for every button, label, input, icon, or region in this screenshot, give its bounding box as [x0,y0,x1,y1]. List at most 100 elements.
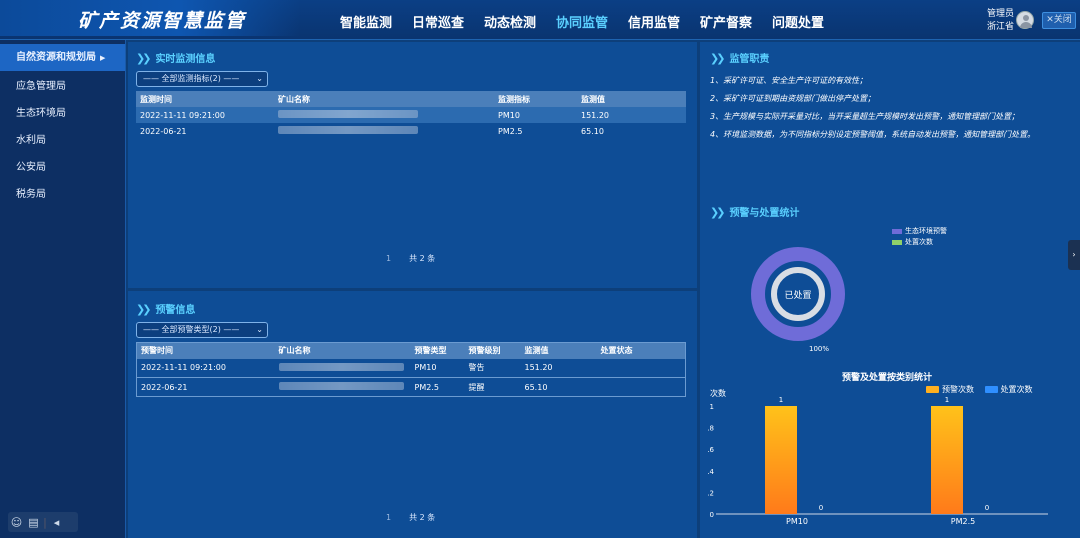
cell-time: 2022-06-21 [140,126,187,136]
cell-mine-name [275,359,411,378]
x-tick-label: PM2.5 [951,517,975,526]
cell-indicator: PM10 [494,107,577,123]
realtime-panel: ❯❯ 实时监测信息 —— 全部监测指标(2) —— ⌄ 监测时间 矿山名称 监测指标… [128,42,697,288]
y-tick-label: .8 [707,425,714,433]
total-count: 共 2 条 [409,513,436,522]
cell-indicator: PM2.5 [498,126,523,136]
cell-type: PM2.5 [414,382,439,392]
y-tick-label: 1 [710,403,714,411]
chevron-down-icon: ⌄ [256,325,263,334]
double-chevron-icon: ❯❯ [136,52,152,65]
sidebar-item-natural-resources[interactable]: 自然资源和规划局 [0,44,125,71]
page-number[interactable]: 1 [386,254,391,263]
sidebar: 自然资源和规划局 应急管理局 生态环境局 水利局 公安局 税务局 ☺ ▤ | ◂ [0,40,126,538]
top-header: 矿产资源智慧监管 智能监测 日常巡查 动态检测 协同监管 信用监管 矿产督察 问… [0,0,1080,40]
sidebar-item-police[interactable]: 公安局 [0,154,125,181]
col-header: 监测值 [520,342,597,359]
cell-value: 65.10 [581,126,604,136]
smiley-icon[interactable]: ☺ [8,514,25,531]
col-header: 处置状态 [596,342,686,359]
y-axis-label: 次数 [710,388,726,398]
cell-time: 2022-11-11 09:21:00 [136,107,274,123]
bar-warning-count [931,406,963,514]
warning-panel: ❯❯ 预警信息 —— 全部预警类型(2) —— ⌄ 预警时间 矿山名称 预警类型 预… [128,291,697,538]
legend-item[interactable]: 生态环境预警 [892,226,947,236]
right-panel: ❯❯ 监管职责 1、采矿许可证、安全生产许可证的有效性； 2、采矿许可证到期由资规… [700,42,1080,538]
cell-type: PM10 [414,363,437,373]
duties-list: 1、采矿许可证、安全生产许可证的有效性； 2、采矿许可证到期由资规部门做出停产处… [710,72,1035,144]
nav-collab-supervision[interactable]: 协同监管 [556,12,628,31]
y-tick-label: 0 [710,511,714,519]
sidebar-item-tax[interactable]: 税务局 [0,181,125,208]
chat-icon[interactable]: ▤ [25,514,42,531]
user-role: 管理员 [986,9,1014,19]
legend-item[interactable]: 处置次数 [892,237,933,247]
y-tick-label: .4 [707,468,714,476]
user-name: 浙江省 [986,22,1014,32]
realtime-table: 监测时间 矿山名称 监测指标 监测值 2022-11-11 09:21:00 P… [136,91,686,139]
close-button[interactable]: ✕关闭 [1042,12,1076,29]
duty-item: 3、生产规模与实际开采量对比，当开采量超生产规模时发出预警，通知管理部门处置； [710,112,1020,121]
warning-type-select[interactable]: —— 全部预警类型(2) —— ⌄ [136,322,268,338]
bar-warning-count [765,406,797,514]
cell-mine-name [274,107,494,123]
donut-chart: 已处置 [751,247,845,341]
nav-mineral-inspection[interactable]: 矿产督察 [700,12,772,31]
cell-status [597,378,686,397]
realtime-title: ❯❯ 实时监测信息 [136,52,216,65]
nav-credit-supervision[interactable]: 信用监管 [628,12,700,31]
cell-level: 警告 [468,363,485,373]
stats-title: ❯❯ 预警与处置统计 [710,206,800,219]
sidebar-item-ecology[interactable]: 生态环境局 [0,100,125,127]
cell-value: 151.20 [577,107,686,123]
warning-pager: 1 共 2 条 [386,512,435,523]
bottom-toolbar: ☺ ▤ | ◂ [8,512,78,532]
duty-item: 1、采矿许可证、安全生产许可证的有效性； [710,76,868,85]
indicator-filter-select[interactable]: —— 全部监测指标(2) —— ⌄ [136,71,268,87]
col-header: 预警类型 [410,342,465,359]
cell-value: 151.20 [524,363,553,373]
nav-smart-monitor[interactable]: 智能监测 [340,12,412,31]
bar-data-label: 0 [819,504,823,512]
chevron-down-icon: ⌄ [256,74,263,83]
y-tick-label: .6 [707,446,714,454]
cell-time: 2022-11-11 09:21:00 [141,363,226,373]
duty-item: 4、环境监测数据，为不同指标分别设定预警阈值，系统自动发出预警，通知管理部门处置… [710,130,1036,139]
double-chevron-icon: ❯❯ [710,52,726,65]
warning-table: 预警时间 矿山名称 预警类型 预警级别 监测值 处置状态 2022-11-11 … [136,342,686,397]
sidebar-item-water[interactable]: 水利局 [0,127,125,154]
cell-level: 提醒 [468,382,485,392]
col-header: 矿山名称 [274,91,494,107]
x-tick-label: PM10 [786,517,808,526]
nav-daily-patrol[interactable]: 日常巡查 [412,12,484,31]
nav-dynamic-detect[interactable]: 动态检测 [484,12,556,31]
duties-title: ❯❯ 监管职责 [710,52,770,65]
expand-right-icon[interactable]: › [1068,240,1080,270]
bar-chart: 次数 0 .2 .4 .6 .8 1 1 0 PM10 1 0 PM2.5 [707,388,1048,526]
page-number[interactable]: 1 [386,513,391,522]
sidebar-item-emergency[interactable]: 应急管理局 [0,73,125,100]
y-tick-label: .2 [707,489,714,497]
app-title: 矿产资源智慧监管 [78,10,247,32]
realtime-pager: 1 共 2 条 [386,253,435,264]
main-nav: 智能监测 日常巡查 动态检测 协同监管 信用监管 矿产督察 问题处置 [340,12,844,31]
collapse-left-icon[interactable]: ◂ [48,514,65,531]
legend-swatch [892,239,902,245]
col-header: 预警级别 [464,342,521,359]
table-row[interactable]: 2022-06-21 PM2.5 提醒 65.10 [137,378,686,397]
cell-status [597,359,686,378]
cell-mine-name [275,378,411,397]
double-chevron-icon: ❯❯ [136,303,152,316]
avatar[interactable] [1016,11,1034,29]
cell-time: 2022-06-21 [141,382,188,392]
table-row[interactable]: 2022-11-11 09:21:00 PM10 警告 151.20 [136,359,686,378]
nav-issue-handling[interactable]: 问题处置 [772,12,844,31]
user-info: 管理员 浙江省 [987,8,1014,34]
total-count: 共 2 条 [409,254,436,263]
col-header: 预警时间 [136,342,275,359]
table-row[interactable]: 2022-11-11 09:21:00 PM10 151.20 [136,107,686,123]
col-header: 监测指标 [494,91,577,107]
duty-item: 2、采矿许可证到期由资规部门做出停产处置； [710,94,876,103]
table-row[interactable]: 2022-06-21 PM2.5 65.10 [136,123,686,139]
col-header: 监测时间 [136,91,274,107]
